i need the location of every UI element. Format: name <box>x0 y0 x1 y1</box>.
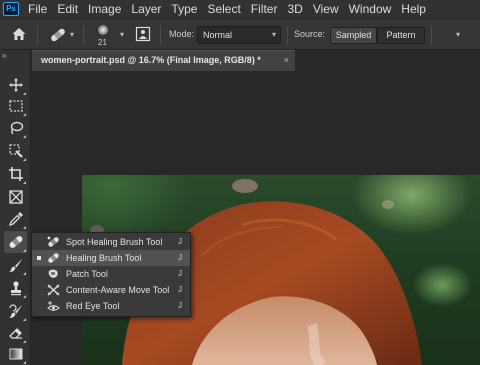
tool-group-indicator <box>23 295 26 298</box>
crop-icon <box>8 167 23 181</box>
brush-tool[interactable] <box>4 254 27 276</box>
chevron-down-icon[interactable]: ▾ <box>120 30 124 39</box>
chevron-down-icon[interactable]: ▾ <box>70 30 74 39</box>
chevron-down-icon: ▾ <box>271 30 276 39</box>
tools-panel: » <box>0 50 31 365</box>
crop-tool[interactable] <box>4 163 27 185</box>
tool-group-indicator <box>23 226 26 229</box>
source-pattern-button[interactable]: Pattern <box>377 27 425 44</box>
mode-label: Mode: <box>169 29 195 39</box>
chevron-down-icon[interactable]: ▾ <box>456 30 460 39</box>
menu-window[interactable]: Window <box>349 2 392 16</box>
document-tab[interactable]: women-portrait.psd @ 16.7% (Final Image,… <box>32 50 295 71</box>
brush-size-value: 21 <box>98 38 107 47</box>
tool-group-indicator <box>23 181 26 184</box>
healing-tools-flyout: Spot Healing Brush Tool J Healing Brush … <box>31 232 191 317</box>
move-tool[interactable] <box>4 74 27 96</box>
menu-3d[interactable]: 3D <box>287 2 302 16</box>
flyout-item-red-eye[interactable]: Red Eye Tool J <box>32 298 190 314</box>
options-separator <box>37 25 38 45</box>
tool-group-indicator <box>23 361 26 364</box>
menu-type[interactable]: Type <box>171 2 197 16</box>
canvas-area[interactable] <box>32 71 480 365</box>
flyout-item-shortcut: J <box>178 285 182 294</box>
flyout-item-spot-healing-brush[interactable]: Spot Healing Brush Tool J <box>32 234 190 250</box>
menu-bar: Ps File Edit Image Layer Type Select Fil… <box>0 0 480 18</box>
menu-select[interactable]: Select <box>207 2 240 16</box>
source-label: Source: <box>294 29 326 39</box>
flyout-item-shortcut: J <box>178 269 182 278</box>
healing-brush-icon <box>48 253 59 263</box>
selected-indicator-icon <box>37 256 41 260</box>
flyout-item-healing-brush[interactable]: Healing Brush Tool J <box>32 250 190 266</box>
flyout-item-label: Content-Aware Move Tool <box>66 285 170 295</box>
menu-file[interactable]: File <box>28 2 47 16</box>
red-eye-icon <box>47 301 60 311</box>
flyout-item-shortcut: J <box>178 301 182 310</box>
flyout-item-shortcut: J <box>178 253 182 262</box>
brush-size-preview-icon[interactable] <box>97 23 109 35</box>
menu-help[interactable]: Help <box>401 2 426 16</box>
tool-group-indicator <box>23 272 26 275</box>
mode-select[interactable]: Normal ▾ <box>197 26 281 44</box>
eyedropper-tool[interactable] <box>4 208 27 230</box>
frame-icon <box>8 190 23 204</box>
menu-view[interactable]: View <box>313 2 339 16</box>
options-separator <box>287 25 288 45</box>
tool-group-indicator <box>23 249 26 252</box>
eyedropper-icon <box>8 212 23 227</box>
mode-select-value: Normal <box>203 30 233 40</box>
tool-group-indicator <box>23 318 26 321</box>
lasso-tool[interactable] <box>4 117 27 139</box>
gradient-icon <box>9 348 22 360</box>
bandage-icon <box>9 236 22 248</box>
history-brush-icon <box>8 304 22 319</box>
clone-source-icon[interactable] <box>135 26 151 42</box>
collapse-toolbar-icon[interactable]: » <box>2 51 7 60</box>
brush-icon <box>8 258 22 273</box>
flyout-item-label: Healing Brush Tool <box>66 253 142 263</box>
patch-icon <box>48 269 58 278</box>
options-separator <box>160 25 161 45</box>
healing-brush-tool[interactable] <box>4 231 27 253</box>
menu-filter[interactable]: Filter <box>251 2 278 16</box>
menu-layer[interactable]: Layer <box>131 2 161 16</box>
close-icon[interactable]: × <box>284 51 289 70</box>
quick-selection-tool[interactable] <box>4 140 27 162</box>
history-brush-tool[interactable] <box>4 300 27 322</box>
options-separator <box>83 25 84 45</box>
document-tab-bar: women-portrait.psd @ 16.7% (Final Image,… <box>32 50 480 71</box>
options-separator <box>431 25 432 45</box>
flyout-item-content-aware-move[interactable]: Content-Aware Move Tool J <box>32 282 190 298</box>
eraser-icon <box>8 328 22 339</box>
clone-stamp-tool[interactable] <box>4 277 27 299</box>
content-aware-move-icon <box>47 284 60 296</box>
frame-tool[interactable] <box>4 186 27 208</box>
home-icon[interactable] <box>11 26 27 42</box>
move-icon <box>8 78 23 92</box>
gradient-tool[interactable] <box>4 343 27 365</box>
marquee-icon <box>8 100 23 112</box>
menu-image[interactable]: Image <box>88 2 121 16</box>
marquee-tool[interactable] <box>4 95 27 117</box>
document-tab-title: women-portrait.psd @ 16.7% (Final Image,… <box>41 55 261 65</box>
flyout-item-shortcut: J <box>178 237 182 246</box>
quick-selection-icon <box>8 144 23 158</box>
flyout-item-label: Red Eye Tool <box>66 301 120 311</box>
photoshop-logo[interactable]: Ps <box>3 2 19 16</box>
menu-edit[interactable]: Edit <box>57 2 78 16</box>
lasso-icon <box>10 121 23 135</box>
options-bar: ▾ 21 ▾ Mode: Normal ▾ Source: Sampled Pa… <box>0 18 480 50</box>
flyout-item-label: Patch Tool <box>66 269 108 279</box>
spot-healing-icon <box>47 236 59 247</box>
eraser-tool[interactable] <box>4 322 27 344</box>
flyout-item-label: Spot Healing Brush Tool <box>66 237 163 247</box>
tool-group-indicator <box>23 135 26 138</box>
source-sampled-button[interactable]: Sampled <box>330 27 377 44</box>
healing-brush-preset-icon[interactable] <box>49 27 67 43</box>
tool-group-indicator <box>23 158 26 161</box>
stamp-icon <box>10 281 21 296</box>
tool-group-indicator <box>23 113 26 116</box>
flyout-item-patch[interactable]: Patch Tool J <box>32 266 190 282</box>
